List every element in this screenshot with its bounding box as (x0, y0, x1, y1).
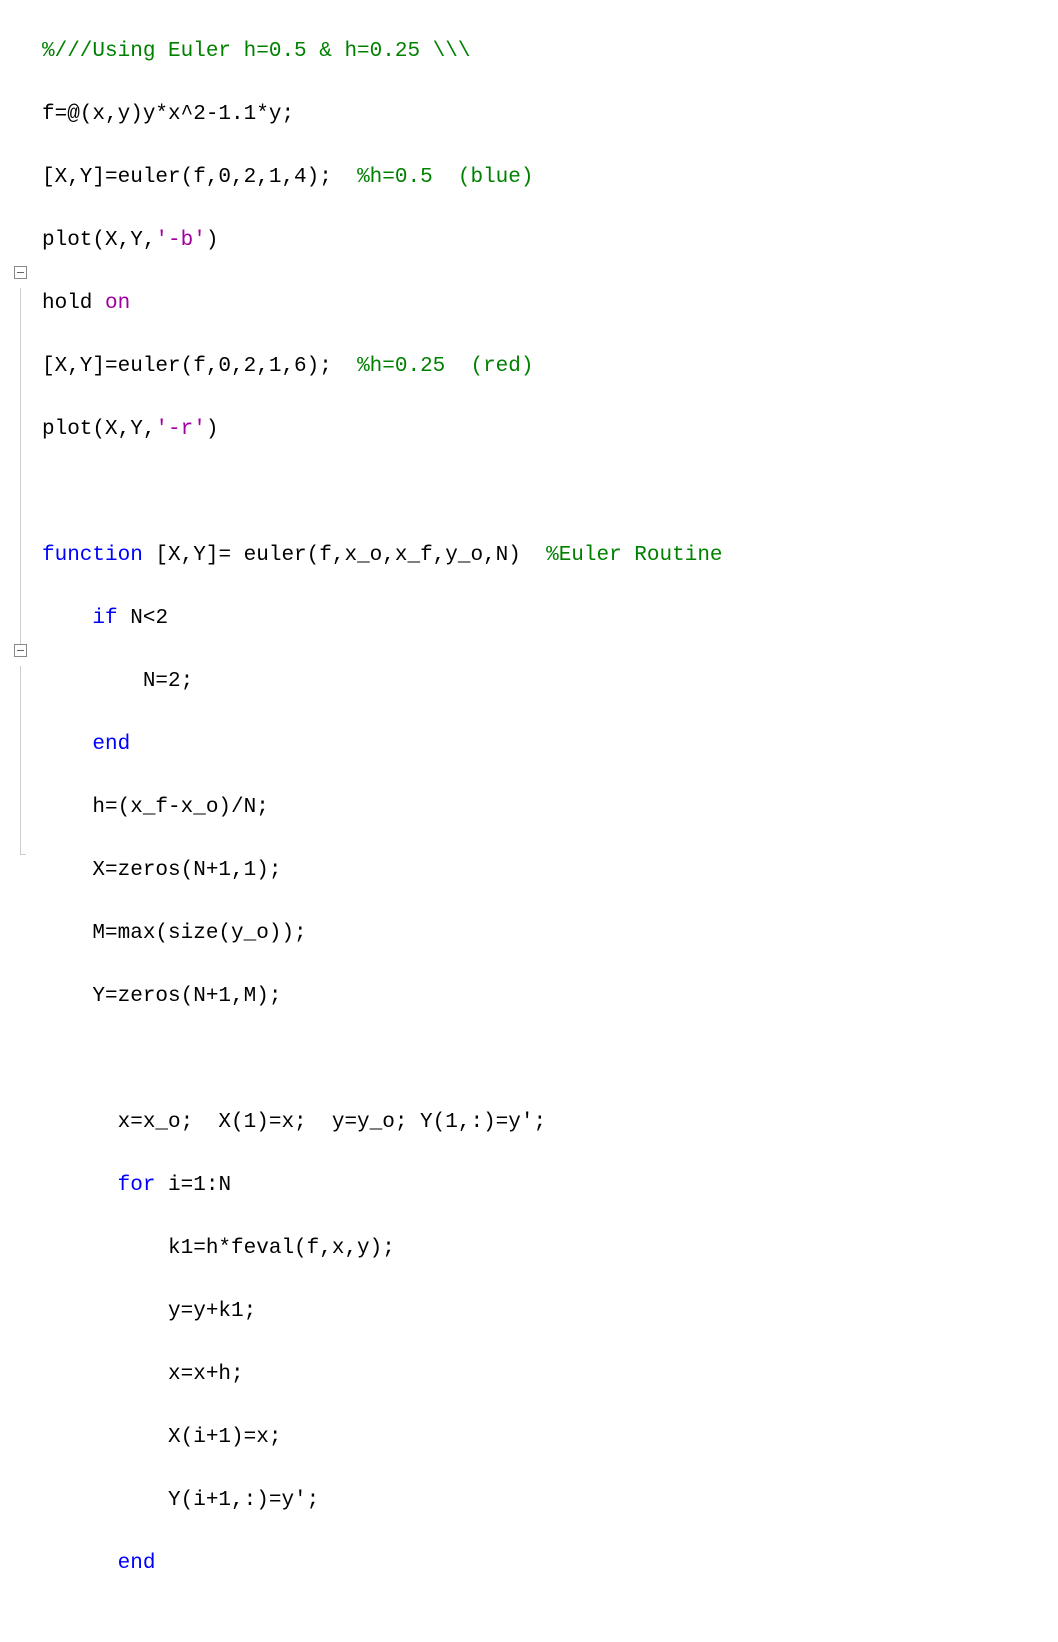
code-line: for i=1:N (42, 1170, 723, 1202)
code-line (42, 1044, 723, 1076)
code-area[interactable]: %///Using Euler h=0.5 & h=0.25 \\\ f=@(x… (40, 0, 723, 1642)
code-line: plot(X,Y,'-b') (42, 225, 723, 257)
code-line: M=max(size(y_o)); (42, 918, 723, 950)
code-line: N=2; (42, 666, 723, 698)
code-editor[interactable]: %///Using Euler h=0.5 & h=0.25 \\\ f=@(x… (0, 0, 1058, 1642)
code-line: x=x_o; X(1)=x; y=y_o; Y(1,:)=y'; (42, 1107, 723, 1139)
code-line: y=y+k1; (42, 1296, 723, 1328)
code-line: Y=zeros(N+1,M); (42, 981, 723, 1013)
code-line: if N<2 (42, 603, 723, 635)
code-line: plot(X,Y,'-r') (42, 414, 723, 446)
fold-icon[interactable] (14, 644, 27, 657)
code-line: x=x+h; (42, 1359, 723, 1391)
code-line (42, 477, 723, 509)
code-line: f=@(x,y)y*x^2-1.1*y; (42, 99, 723, 131)
code-line: Y(i+1,:)=y'; (42, 1485, 723, 1517)
code-line: hold on (42, 288, 723, 320)
code-line: end (42, 729, 723, 761)
code-line: [X,Y]=euler(f,0,2,1,6); %h=0.25 (red) (42, 351, 723, 383)
gutter (0, 0, 40, 1642)
code-line: k1=h*feval(f,x,y); (42, 1233, 723, 1265)
code-line: end (42, 1548, 723, 1580)
code-line: %///Using Euler h=0.5 & h=0.25 \\\ (42, 36, 723, 68)
code-line: [X,Y]=euler(f,0,2,1,4); %h=0.5 (blue) (42, 162, 723, 194)
code-line: h=(x_f-x_o)/N; (42, 792, 723, 824)
code-line: X=zeros(N+1,1); (42, 855, 723, 887)
code-line: function [X,Y]= euler(f,x_o,x_f,y_o,N) %… (42, 540, 723, 572)
fold-icon[interactable] (14, 266, 27, 279)
code-line: X(i+1)=x; (42, 1422, 723, 1454)
